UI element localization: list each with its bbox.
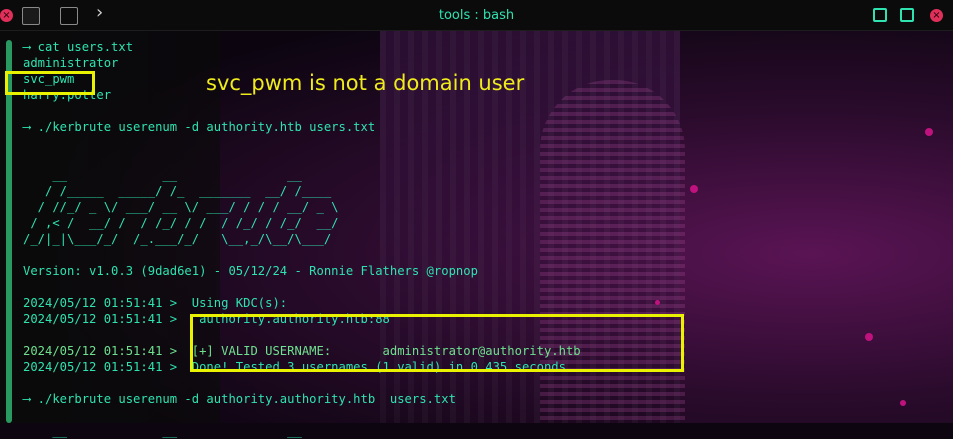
wallpaper-dot xyxy=(690,185,698,193)
wallpaper-dot xyxy=(900,400,906,406)
terminal-line: 2024/05/12 01:51:41 > Using KDC(s): xyxy=(23,296,288,310)
annotation-text: svc_pwm is not a domain user xyxy=(206,71,525,95)
wallpaper-dot xyxy=(655,300,660,305)
window-titlebar: × › tools : bash × xyxy=(0,0,953,31)
terminal-line: __ __ __ xyxy=(23,424,302,438)
terminal-line: ⟶ ./kerbrute userenum -d authority.htb u… xyxy=(23,120,376,134)
terminal-line: / //_/ _ \/ ___/ __ \/ ___/ / / / __/ _ … xyxy=(23,200,339,214)
terminal-line: Version: v1.0.3 (9dad6e1) - 05/12/24 - R… xyxy=(23,264,478,278)
new-tab-icon[interactable] xyxy=(900,8,914,22)
terminal-output[interactable]: ⟶ cat users.txt administrator svc_pwm harry… xyxy=(23,39,581,439)
highlight-box-svc-pwm xyxy=(5,71,95,95)
terminal-line: ⟶ ./kerbrute userenum -d authority.autho… xyxy=(23,392,456,406)
wallpaper-dot xyxy=(865,333,873,341)
terminal-line: ⟶ cat users.txt xyxy=(23,40,134,54)
scroll-indicator[interactable] xyxy=(6,40,12,423)
wallpaper-dot xyxy=(925,128,933,136)
window-title: tools : bash xyxy=(438,8,515,23)
highlight-box-valid-username xyxy=(190,314,684,372)
terminal-line: administrator xyxy=(23,56,119,70)
terminal-line: /_/|_|\___/_/ /_.___/_/ \__,_/\__/\___/ xyxy=(23,232,332,246)
terminal-line: __ __ __ xyxy=(23,168,302,182)
terminal-line: / /_____ _____/ /_ _______ __/ /____ xyxy=(23,184,332,198)
terminal-line: / ,< / __/ / / /_/ / / / /_/ / /_/ __/ xyxy=(23,216,339,230)
close-window-icon[interactable]: × xyxy=(930,9,943,22)
maximize-icon[interactable] xyxy=(873,8,887,22)
